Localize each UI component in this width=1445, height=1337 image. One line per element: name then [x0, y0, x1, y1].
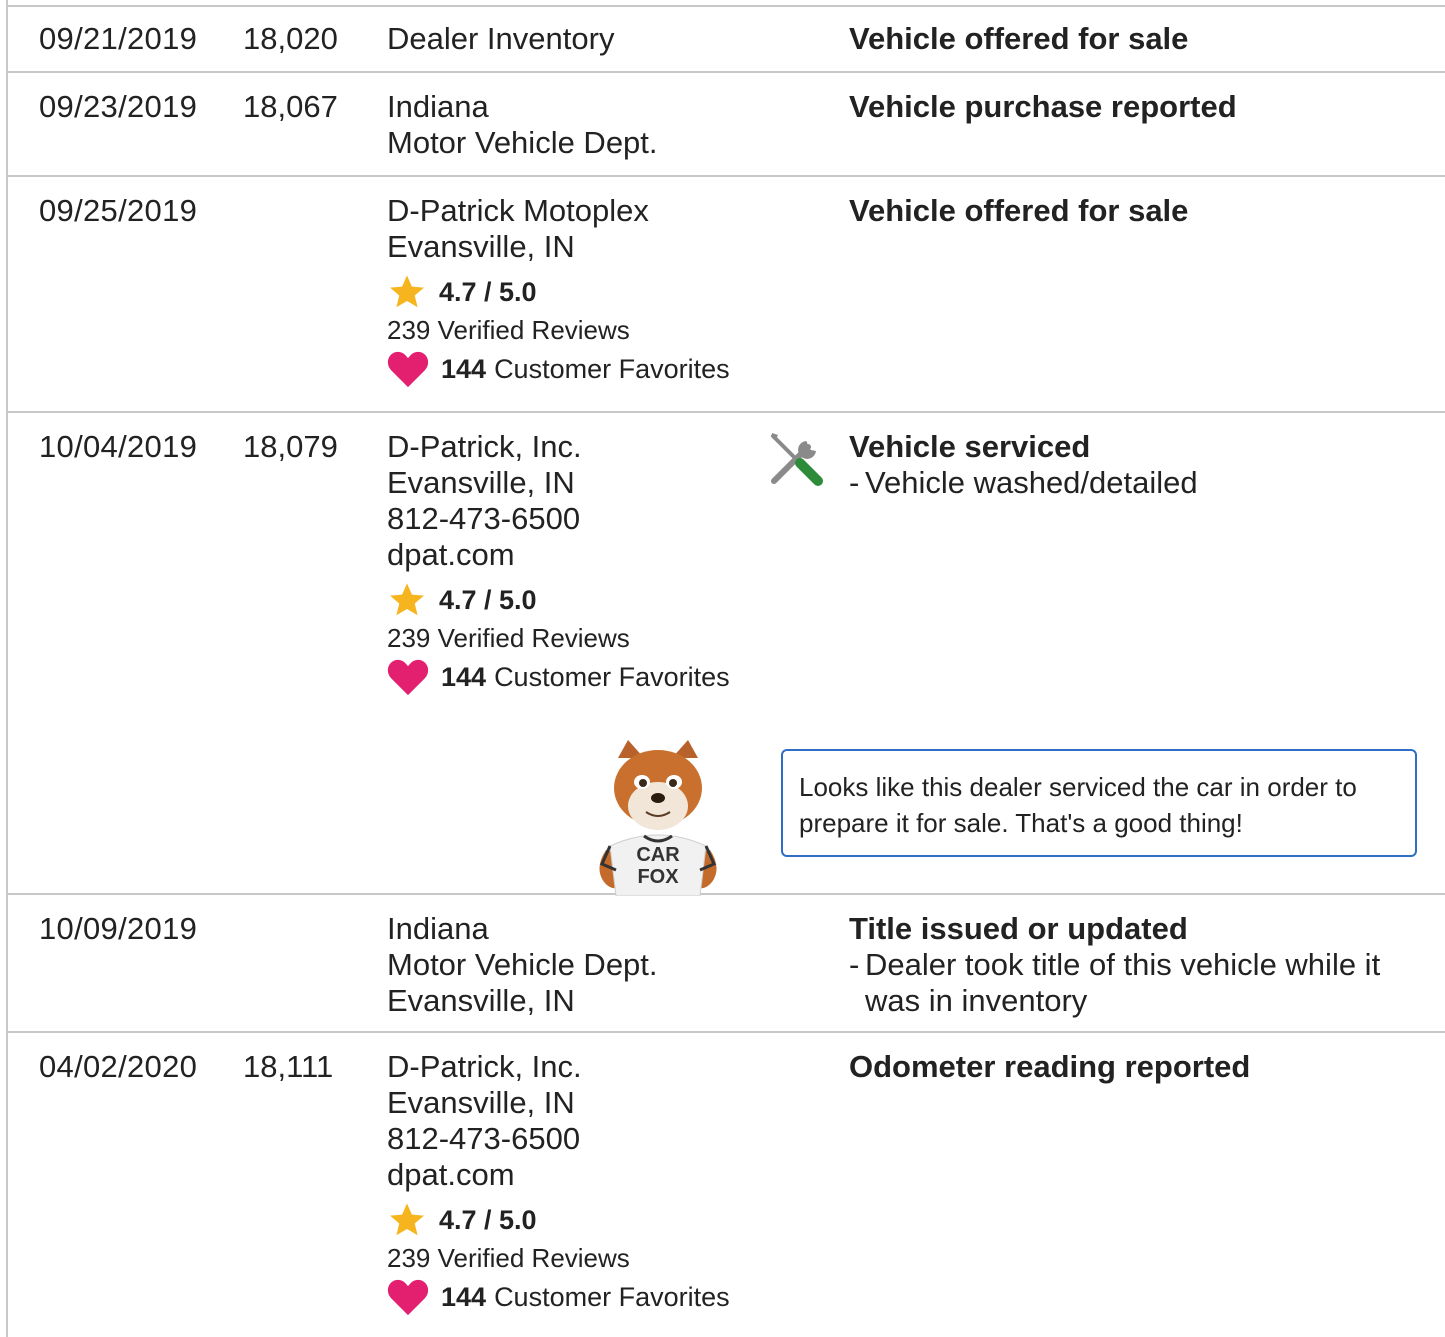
- carfox-mascot: CAR FOX: [599, 740, 717, 896]
- record-source: D-Patrick, Inc. Evansville, IN 812-473-6…: [387, 429, 767, 697]
- source-line: D-Patrick, Inc.: [387, 1049, 582, 1084]
- record-date: 10/04/2019: [39, 429, 198, 464]
- source-line: D-Patrick Motoplex: [387, 193, 649, 228]
- favorites-label: Customer Favorites: [494, 1282, 730, 1312]
- customer-favorites: 144 Customer Favorites: [387, 657, 767, 697]
- verified-reviews-link[interactable]: 239 Verified Reviews: [387, 311, 767, 349]
- record-mileage: 18,111: [243, 1049, 334, 1084]
- table-row: 04/02/2020 18,111 D-Patrick, Inc. Evansv…: [6, 1033, 1445, 1337]
- star-icon: [390, 1203, 424, 1236]
- event-title: Odometer reading reported: [849, 1049, 1251, 1084]
- record-comments: Vehicle offered for sale: [849, 193, 1429, 229]
- record-source: Indiana Motor Vehicle Dept. Evansville, …: [387, 911, 767, 1019]
- record-comments: Vehicle purchase reported: [849, 89, 1429, 125]
- source-line: Motor Vehicle Dept.: [387, 947, 658, 982]
- dealer-phone[interactable]: 812-473-6500: [387, 501, 767, 537]
- record-mileage: 18,067: [243, 89, 338, 124]
- rating-value: 4.7 / 5.0: [439, 277, 537, 307]
- favorites-label: Customer Favorites: [494, 354, 730, 384]
- table-row: 09/21/2019 18,020 Dealer Inventory Vehic…: [6, 7, 1445, 73]
- event-title: Vehicle purchase reported: [849, 89, 1237, 124]
- record-source: Indiana Motor Vehicle Dept.: [387, 89, 767, 161]
- heart-icon: [387, 351, 429, 388]
- customer-favorites: 144 Customer Favorites: [387, 349, 767, 389]
- event-detail-text: Dealer took title of this vehicle while …: [865, 947, 1381, 1018]
- verified-reviews-link[interactable]: 239 Verified Reviews: [387, 1239, 767, 1277]
- source-line: Evansville, IN: [387, 983, 575, 1018]
- record-date: 09/25/2019: [39, 193, 198, 228]
- event-detail: - Vehicle washed/detailed: [849, 465, 1198, 500]
- event-detail: - Dealer took title of this vehicle whil…: [849, 947, 1429, 1019]
- record-comments: Title issued or updated - Dealer took ti…: [849, 911, 1429, 1019]
- dealer-rating: 4.7 / 5.0: [387, 581, 767, 619]
- dealer-website-link[interactable]: dpat.com: [387, 1157, 767, 1193]
- source-line: D-Patrick, Inc.: [387, 429, 582, 464]
- record-date: 09/23/2019: [39, 89, 198, 124]
- record-date: 10/09/2019: [39, 911, 198, 946]
- source-line: Evansville, IN: [387, 465, 575, 500]
- dealer-rating: 4.7 / 5.0: [387, 273, 767, 311]
- record-source: D-Patrick, Inc. Evansville, IN 812-473-6…: [387, 1049, 767, 1317]
- customer-favorites: 144 Customer Favorites: [387, 1277, 767, 1317]
- record-comments: Vehicle offered for sale: [849, 21, 1429, 57]
- record-comments: Odometer reading reported: [849, 1049, 1429, 1085]
- source-line: Dealer Inventory: [387, 21, 615, 56]
- mascot-shirt-line1: CAR: [636, 844, 680, 866]
- dealer-website-link[interactable]: dpat.com: [387, 537, 767, 573]
- event-title: Vehicle serviced: [849, 429, 1091, 464]
- record-source: D-Patrick Motoplex Evansville, IN 4.7 / …: [387, 193, 767, 389]
- carfox-callout: Looks like this dealer serviced the car …: [781, 749, 1417, 857]
- event-title: Vehicle offered for sale: [849, 193, 1189, 228]
- table-row: 09/23/2019 18,067 Indiana Motor Vehicle …: [6, 73, 1445, 177]
- event-title: Title issued or updated: [849, 911, 1188, 946]
- wrench-screwdriver-icon: [771, 433, 823, 486]
- source-line: Evansville, IN: [387, 229, 575, 264]
- table-row: 10/09/2019 Indiana Motor Vehicle Dept. E…: [6, 895, 1445, 1033]
- source-line: Indiana: [387, 89, 489, 124]
- rating-value: 4.7 / 5.0: [439, 585, 537, 615]
- record-date: 09/21/2019: [39, 21, 198, 56]
- rating-value: 4.7 / 5.0: [439, 1205, 537, 1235]
- event-detail-text: Vehicle washed/detailed: [865, 465, 1198, 500]
- table-row: 09/25/2019 D-Patrick Motoplex Evansville…: [6, 177, 1445, 413]
- table-row: 10/04/2019 18,079 D-Patrick, Inc. Evansv…: [6, 413, 1445, 896]
- source-line: Motor Vehicle Dept.: [387, 125, 658, 160]
- verified-reviews-link[interactable]: 239 Verified Reviews: [387, 619, 767, 657]
- favorites-label: Customer Favorites: [494, 662, 730, 692]
- record-mileage: 18,020: [243, 21, 338, 56]
- favorites-count: 144: [441, 1282, 487, 1312]
- mascot-shirt-line2: FOX: [637, 866, 679, 888]
- event-title: Vehicle offered for sale: [849, 21, 1189, 56]
- record-mileage: 18,079: [243, 429, 338, 464]
- record-comments: Vehicle serviced - Vehicle washed/detail…: [849, 429, 1429, 501]
- favorites-count: 144: [441, 354, 487, 384]
- dealer-rating: 4.7 / 5.0: [387, 1201, 767, 1239]
- record-date: 04/02/2020: [39, 1049, 198, 1084]
- star-icon: [390, 583, 424, 616]
- heart-icon: [387, 1279, 429, 1316]
- source-line: Evansville, IN: [387, 1085, 575, 1120]
- heart-icon: [387, 659, 429, 696]
- favorites-count: 144: [441, 662, 487, 692]
- dealer-phone[interactable]: 812-473-6500: [387, 1121, 767, 1157]
- star-icon: [390, 275, 424, 308]
- source-line: Indiana: [387, 911, 489, 946]
- record-source: Dealer Inventory: [387, 21, 767, 57]
